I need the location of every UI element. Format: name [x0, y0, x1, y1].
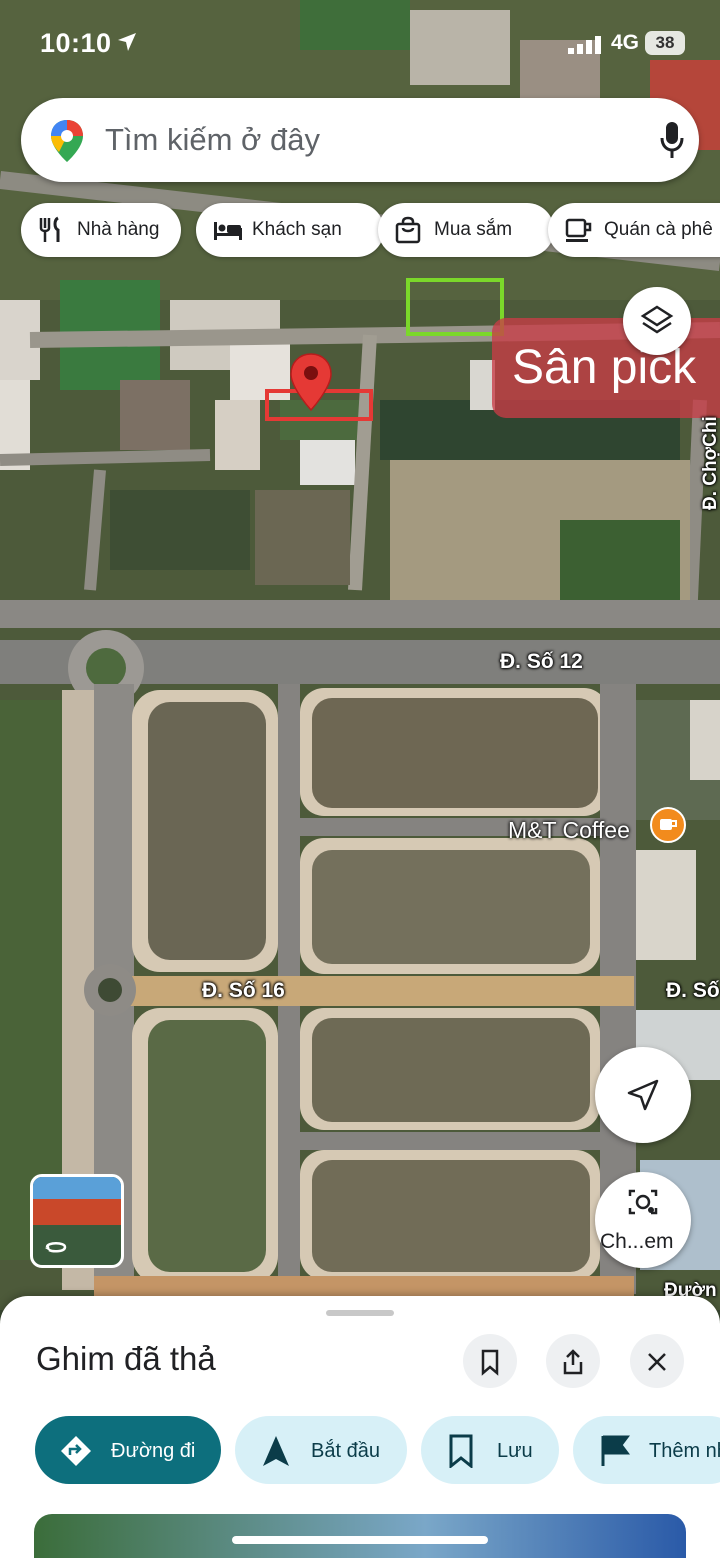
camera-lens-icon [628, 1189, 658, 1215]
close-button[interactable] [630, 1334, 684, 1388]
street-label: Đ. Số [666, 979, 720, 1002]
highlight-box-green [406, 278, 504, 336]
sheet-title: Ghim đã thả [36, 1340, 216, 1377]
chip-label: Nhà hàng [77, 219, 160, 240]
lens-label: Ch...em [600, 1230, 674, 1253]
navigation-arrow-icon [263, 1436, 289, 1466]
signal-bars-icon [568, 36, 601, 54]
chip-hotels[interactable]: Khách sạn [196, 203, 384, 257]
bookmark-icon [449, 1434, 473, 1468]
search-input[interactable]: Tìm kiếm ở đây [105, 122, 320, 158]
street-view-thumbnail[interactable] [30, 1174, 124, 1268]
home-indicator[interactable] [232, 1536, 488, 1544]
restaurant-icon [39, 216, 60, 242]
microphone-icon[interactable] [659, 120, 685, 160]
action-label: Bắt đầu [311, 1440, 380, 1462]
action-label: Thêm nh [649, 1440, 720, 1462]
lens-button[interactable]: Ch...em [595, 1172, 691, 1268]
chip-label: Quán cà phê [604, 219, 713, 240]
bottom-sheet[interactable]: Ghim đã thả Đường đi Bắt đầu Lưu Thêm nh [0, 1296, 720, 1558]
street-label: Đ. ChợChi [700, 416, 720, 510]
street-label: Đ. Số 16 [202, 979, 285, 1002]
action-label: Lưu [497, 1440, 533, 1462]
panorama-icon [45, 1242, 67, 1253]
shopping-icon [395, 216, 421, 244]
layers-icon [640, 305, 674, 334]
google-maps-logo-icon [51, 120, 83, 162]
satellite-map[interactable]: 10:10 4G 38 Tìm kiếm ở đây Nhà hàng Khác… [0, 0, 720, 1310]
chip-label: Khách sạn [252, 219, 342, 240]
chip-restaurants[interactable]: Nhà hàng [21, 203, 181, 257]
chip-label: Mua sắm [434, 219, 513, 240]
search-bar[interactable]: Tìm kiếm ở đây [21, 98, 699, 182]
hotel-icon [214, 222, 242, 240]
navigation-arrow-icon [627, 1079, 659, 1111]
poi-label: M&T Coffee [508, 817, 630, 843]
start-button[interactable]: Bắt đầu [235, 1416, 407, 1484]
network-type: 4G [611, 31, 640, 54]
add-label-button[interactable]: Thêm nh [573, 1416, 720, 1484]
save-icon-button[interactable] [463, 1334, 517, 1388]
chip-shopping[interactable]: Mua sắm [378, 203, 554, 257]
street-label: Đ. Số 12 [500, 650, 583, 673]
status-bar: 10:10 4G 38 [0, 28, 720, 64]
drag-handle[interactable] [326, 1310, 394, 1316]
share-icon [563, 1349, 583, 1375]
flag-icon [601, 1435, 630, 1466]
category-chips: Nhà hàng Khách sạn Mua sắm Quán cà phê [21, 203, 720, 257]
my-location-button[interactable] [595, 1047, 691, 1143]
chip-coffee[interactable]: Quán cà phê [548, 203, 720, 257]
battery-indicator: 38 [645, 31, 685, 55]
save-button[interactable]: Lưu [421, 1416, 559, 1484]
layers-button[interactable] [623, 287, 691, 355]
bookmark-icon [481, 1349, 499, 1376]
coffee-icon [650, 807, 686, 843]
directions-icon [61, 1436, 91, 1466]
location-services-icon [118, 33, 136, 51]
status-time: 10:10 [40, 28, 112, 58]
share-button[interactable] [546, 1334, 600, 1388]
dropped-pin-icon[interactable] [288, 352, 334, 414]
close-icon [648, 1353, 666, 1371]
action-label: Đường đi [111, 1440, 196, 1462]
directions-button[interactable]: Đường đi [35, 1416, 221, 1484]
coffee-icon [565, 218, 592, 242]
